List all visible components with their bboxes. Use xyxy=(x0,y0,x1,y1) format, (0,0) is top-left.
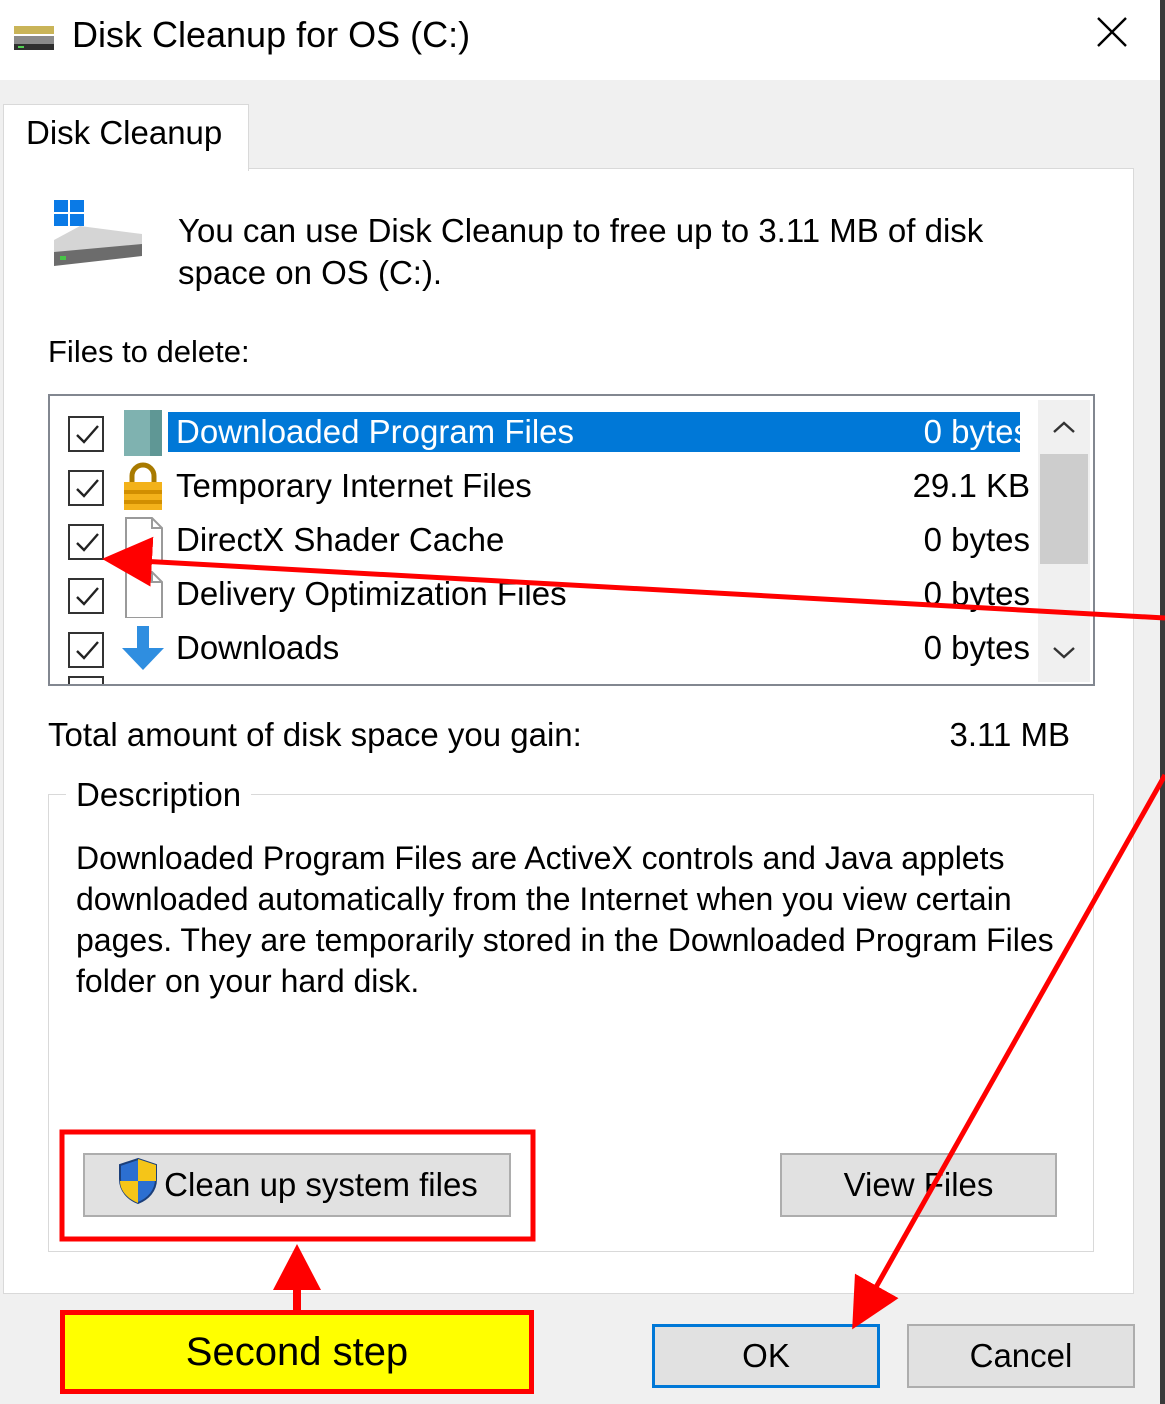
chevron-down-icon xyxy=(1052,646,1076,665)
list-item-size: 0 bytes xyxy=(923,413,1030,450)
file-icon xyxy=(120,516,166,565)
total-gain-label: Total amount of disk space you gain: xyxy=(48,716,582,753)
total-gain-value: 3.11 MB xyxy=(949,716,1070,753)
list-item-size: 0 bytes xyxy=(923,575,1030,612)
list-item-size: 0 bytes xyxy=(923,629,1030,666)
ok-button[interactable]: OK xyxy=(652,1324,880,1388)
close-icon xyxy=(1094,14,1130,55)
list-item-label: Downloaded Program Files xyxy=(168,412,1020,452)
disk-cleanup-icon xyxy=(12,24,56,54)
drive-icon xyxy=(50,200,146,272)
close-button[interactable] xyxy=(1080,4,1144,64)
chevron-up-icon xyxy=(1052,420,1076,439)
checkbox[interactable] xyxy=(68,470,104,506)
checkbox[interactable] xyxy=(68,524,104,560)
list-item-label: Temporary Internet Files xyxy=(176,467,532,504)
files-listbox[interactable]: Downloaded Program Files 0 bytes Tempora… xyxy=(48,394,1095,686)
list-item[interactable] xyxy=(50,674,1040,684)
description-text: Downloaded Program Files are ActiveX con… xyxy=(76,840,1054,999)
scroll-thumb[interactable] xyxy=(1040,454,1088,564)
uac-shield-icon xyxy=(116,1157,160,1213)
cancel-button[interactable]: Cancel xyxy=(907,1324,1135,1388)
files-to-delete-label: Files to delete: xyxy=(48,334,250,369)
file-icon xyxy=(120,570,166,619)
scroll-up-button[interactable] xyxy=(1038,404,1090,454)
folder-icon xyxy=(120,408,166,456)
checkbox[interactable] xyxy=(68,676,104,684)
scroll-down-button[interactable] xyxy=(1038,630,1090,680)
checkbox[interactable] xyxy=(68,632,104,668)
list-item[interactable]: Temporary Internet Files 29.1 KB xyxy=(50,458,1040,512)
list-item-label: Delivery Optimization Files xyxy=(176,575,567,612)
description-title: Description xyxy=(66,776,252,814)
list-item-size: 29.1 KB xyxy=(912,467,1030,504)
download-arrow-icon xyxy=(120,624,166,672)
clean-up-system-files-label: Clean up system files xyxy=(164,1166,478,1203)
list-item[interactable]: Downloads 0 bytes xyxy=(50,620,1040,674)
list-item[interactable]: DirectX Shader Cache 0 bytes xyxy=(50,512,1040,566)
lock-icon xyxy=(120,462,166,510)
intro-text: You can use Disk Cleanup to free up to 3… xyxy=(178,212,984,291)
second-step-label: Second step xyxy=(60,1310,534,1394)
clean-up-system-files-button[interactable]: Clean up system files xyxy=(83,1153,511,1217)
list-item[interactable]: Downloaded Program Files 0 bytes xyxy=(50,404,1040,458)
list-item-size: 0 bytes xyxy=(923,521,1030,558)
window-title: Disk Cleanup for OS (C:) xyxy=(72,14,471,55)
checkbox[interactable] xyxy=(68,416,104,452)
list-item[interactable]: Delivery Optimization Files 0 bytes xyxy=(50,566,1040,620)
view-files-button[interactable]: View Files xyxy=(780,1153,1057,1217)
checkbox[interactable] xyxy=(68,578,104,614)
tab-label: Disk Cleanup xyxy=(26,114,223,151)
window-edge xyxy=(1160,0,1165,1404)
list-item-label: DirectX Shader Cache xyxy=(176,521,505,558)
list-item-label: Downloads xyxy=(176,629,340,666)
